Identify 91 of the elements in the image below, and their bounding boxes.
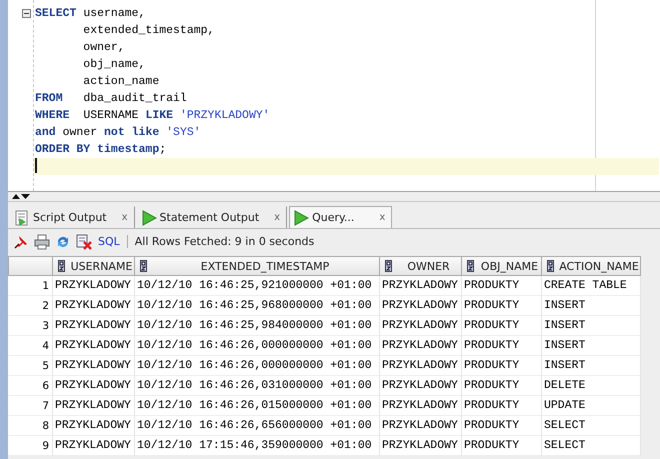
row-number: 4 <box>8 336 53 356</box>
row-number: 5 <box>8 356 53 376</box>
row-number: 1 <box>8 276 53 296</box>
table-cell: DELETE <box>542 376 641 396</box>
code-line: obj_name, <box>82 57 146 73</box>
row-number: 2 <box>8 296 53 316</box>
table-cell: 10/12/10 16:46:25,921000000 +01:00 <box>135 276 380 296</box>
table-cell: PRZYKLADOWY <box>53 396 135 416</box>
table-cell: PRZYKLADOWY <box>380 376 462 396</box>
table-cell: PRODUKTY <box>462 296 542 316</box>
corner-header <box>8 256 53 276</box>
table-cell: PRZYKLADOWY <box>53 336 135 356</box>
table-cell: INSERT <box>542 356 641 376</box>
sort-icon[interactable] <box>385 260 392 272</box>
table-cell: 10/12/10 17:15:46,359000000 +01:00 <box>135 436 380 456</box>
table-cell: UPDATE <box>542 396 641 416</box>
code-line: action_name <box>82 74 160 90</box>
table-cell: 10/12/10 16:46:26,015000000 +01:00 <box>135 396 380 416</box>
table-cell: PRZYKLADOWY <box>53 436 135 456</box>
table-cell: PRZYKLADOWY <box>53 416 135 436</box>
table-cell: PRODUKTY <box>462 416 542 436</box>
row-number: 6 <box>8 376 53 396</box>
table-cell: PRZYKLADOWY <box>380 276 462 296</box>
table-cell: PRODUKTY <box>462 436 542 456</box>
close-icon[interactable]: x <box>274 212 280 223</box>
code-line: FROM dba_audit_trail <box>34 91 188 107</box>
row-number: 3 <box>8 316 53 336</box>
code-line: extended_timestamp, <box>82 23 216 39</box>
sort-icon[interactable] <box>58 260 65 272</box>
printer-icon[interactable] <box>34 234 50 250</box>
sort-icon[interactable] <box>140 260 147 272</box>
sort-icon[interactable] <box>547 260 554 272</box>
tab[interactable]: Script Output x <box>10 206 135 228</box>
column-header[interactable]: EXTENDED_TIMESTAMP <box>135 256 380 276</box>
table-cell: 10/12/10 16:46:26,031000000 +01:00 <box>135 376 380 396</box>
table-cell: PRZYKLADOWY <box>53 276 135 296</box>
table-cell: PRODUKTY <box>462 336 542 356</box>
code-line: ORDER BY timestamp; <box>34 142 168 158</box>
table-cell: PRZYKLADOWY <box>380 416 462 436</box>
tab[interactable]: Query... x <box>289 206 392 228</box>
splitter-arrows-icon[interactable] <box>12 193 30 200</box>
table-cell: PRZYKLADOWY <box>53 296 135 316</box>
table-cell: CREATE TABLE <box>542 276 641 296</box>
close-icon[interactable]: x <box>122 212 128 223</box>
code-line: and owner not like 'SYS' <box>34 125 202 141</box>
play-icon <box>140 210 157 226</box>
collapse-icon[interactable] <box>22 9 31 18</box>
table-cell: PRZYKLADOWY <box>380 316 462 336</box>
table-cell: PRZYKLADOWY <box>380 396 462 416</box>
table-cell: SELECT <box>542 436 641 456</box>
table-cell: PRZYKLADOWY <box>380 436 462 456</box>
column-header[interactable]: OWNER <box>380 256 462 276</box>
sort-icon[interactable] <box>467 260 474 272</box>
table-cell: PRZYKLADOWY <box>380 296 462 316</box>
table-cell: 10/12/10 16:46:25,968000000 +01:00 <box>135 296 380 316</box>
table-cell: PRODUKTY <box>462 376 542 396</box>
code-line: SELECT username, <box>34 6 146 22</box>
sql-editor[interactable]: SELECT username, extended_timestamp, owner, obj_name, action_name FROM dba_audit_trail WHERE USERNAME LIKE 'PRZYKLADOWY' and owner not like 'SYS' ORDER BY timestamp; <box>8 0 660 192</box>
table-cell: PRODUKTY <box>462 276 542 296</box>
row-number: 7 <box>8 396 53 416</box>
column-header[interactable]: OBJ_NAME <box>462 256 542 276</box>
table-cell: INSERT <box>542 336 641 356</box>
table-cell: PRODUKTY <box>462 316 542 336</box>
play-icon <box>293 210 310 226</box>
column-header[interactable]: USERNAME <box>53 256 135 276</box>
table-cell: INSERT <box>542 316 641 336</box>
tab[interactable]: Statement Output x <box>136 206 288 228</box>
clear-icon[interactable] <box>76 234 92 250</box>
status-text: All Rows Fetched: 9 in 0 seconds <box>134 235 314 248</box>
table-cell: 10/12/10 16:46:26,656000000 +01:00 <box>135 416 380 436</box>
column-header[interactable]: ACTION_NAME <box>542 256 641 276</box>
table-cell: INSERT <box>542 296 641 316</box>
table-cell: 10/12/10 16:46:26,000000000 +01:00 <box>135 356 380 376</box>
table-cell: SELECT <box>542 416 641 436</box>
table-cell: PRZYKLADOWY <box>53 316 135 336</box>
pin-icon[interactable] <box>13 234 29 250</box>
table-cell: PRZYKLADOWY <box>380 336 462 356</box>
table-cell: 10/12/10 16:46:26,000000000 +01:00 <box>135 336 380 356</box>
table-cell: PRZYKLADOWY <box>380 356 462 376</box>
table-cell: PRZYKLADOWY <box>53 356 135 376</box>
code-line: WHERE USERNAME LIKE 'PRZYKLADOWY' <box>34 108 271 124</box>
script-icon <box>14 210 30 226</box>
table-cell: PRODUKTY <box>462 356 542 376</box>
close-icon[interactable]: x <box>379 212 386 223</box>
table-cell: PRZYKLADOWY <box>53 376 135 396</box>
table-cell: PRODUKTY <box>462 396 542 416</box>
code-line: owner, <box>82 40 126 56</box>
sql-link[interactable]: SQL <box>98 235 120 248</box>
row-number: 8 <box>8 416 53 436</box>
table-cell: 10/12/10 16:46:25,984000000 +01:00 <box>135 316 380 336</box>
row-number: 9 <box>8 436 53 456</box>
